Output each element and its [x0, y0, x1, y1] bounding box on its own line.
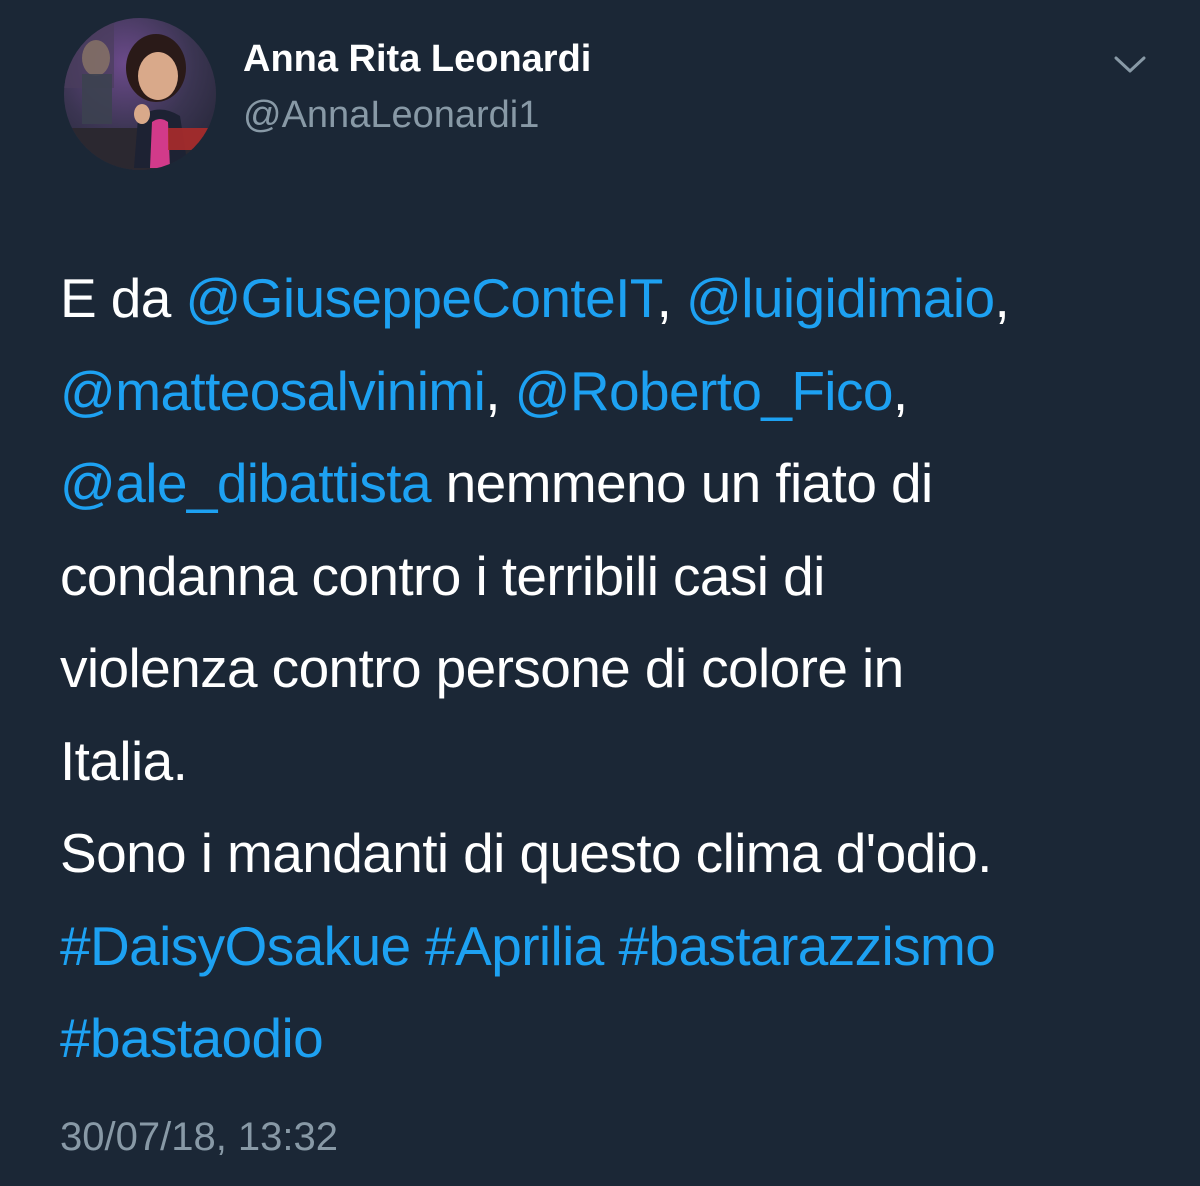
- tweet: Anna Rita Leonardi @AnnaLeonardi1 E da @…: [0, 0, 1200, 1186]
- tweet-menu-button[interactable]: [1108, 46, 1152, 82]
- hashtag-link[interactable]: #bastarazzismo: [618, 915, 995, 977]
- tweet-text: E da @GiuseppeConteIT, @luigidimaio, @ma…: [60, 252, 1170, 1085]
- hashtag-link[interactable]: #bastaodio: [60, 1007, 324, 1069]
- text-segment: ,: [892, 359, 908, 422]
- tweet-line: #bastaodio: [60, 992, 1170, 1085]
- tweet-line: Sono i mandanti di questo clima d'odio.: [60, 822, 992, 884]
- tweet-line: @ale_dibattista nemmeno un fiato di: [60, 437, 1170, 530]
- author-handle[interactable]: @AnnaLeonardi1: [243, 92, 539, 138]
- hashtag-link[interactable]: #DaisyOsakue: [60, 915, 411, 977]
- tweet-line: condanna contro i terribili casi di: [60, 544, 825, 607]
- tweet-line: violenza contro persone di colore in: [60, 637, 904, 699]
- tweet-line: @matteosalvinimi, @Roberto_Fico,: [60, 345, 1170, 438]
- tweet-line: #DaisyOsakue #Aprilia #bastarazzismo: [60, 900, 1170, 993]
- text-segment: E da: [60, 267, 186, 329]
- profile-photo: [64, 18, 216, 170]
- text-segment: ,: [656, 267, 687, 329]
- text-segment: ,: [485, 359, 515, 422]
- mention-link[interactable]: @ale_dibattista: [60, 452, 432, 514]
- avatar[interactable]: [64, 18, 216, 170]
- text-segment: nemmeno un fiato di: [430, 452, 934, 514]
- tweet-timestamp[interactable]: 30/07/18, 13:32: [60, 1112, 338, 1162]
- mention-link[interactable]: @GiuseppeConteIT: [185, 267, 657, 329]
- author-name[interactable]: Anna Rita Leonardi: [243, 36, 591, 82]
- tweet-line: E da @GiuseppeConteIT, @luigidimaio,: [60, 252, 1170, 345]
- hashtag-link[interactable]: #Aprilia: [425, 915, 604, 977]
- mention-link[interactable]: @matteosalvinimi: [60, 360, 486, 422]
- text-segment: ,: [994, 267, 1010, 329]
- text-segment: [604, 915, 619, 977]
- tweet-line: Italia.: [60, 729, 188, 792]
- mention-link[interactable]: @Roberto_Fico: [515, 360, 894, 422]
- chevron-down-icon: [1114, 56, 1146, 73]
- mention-link[interactable]: @luigidimaio: [686, 267, 995, 329]
- text-segment: [410, 915, 425, 977]
